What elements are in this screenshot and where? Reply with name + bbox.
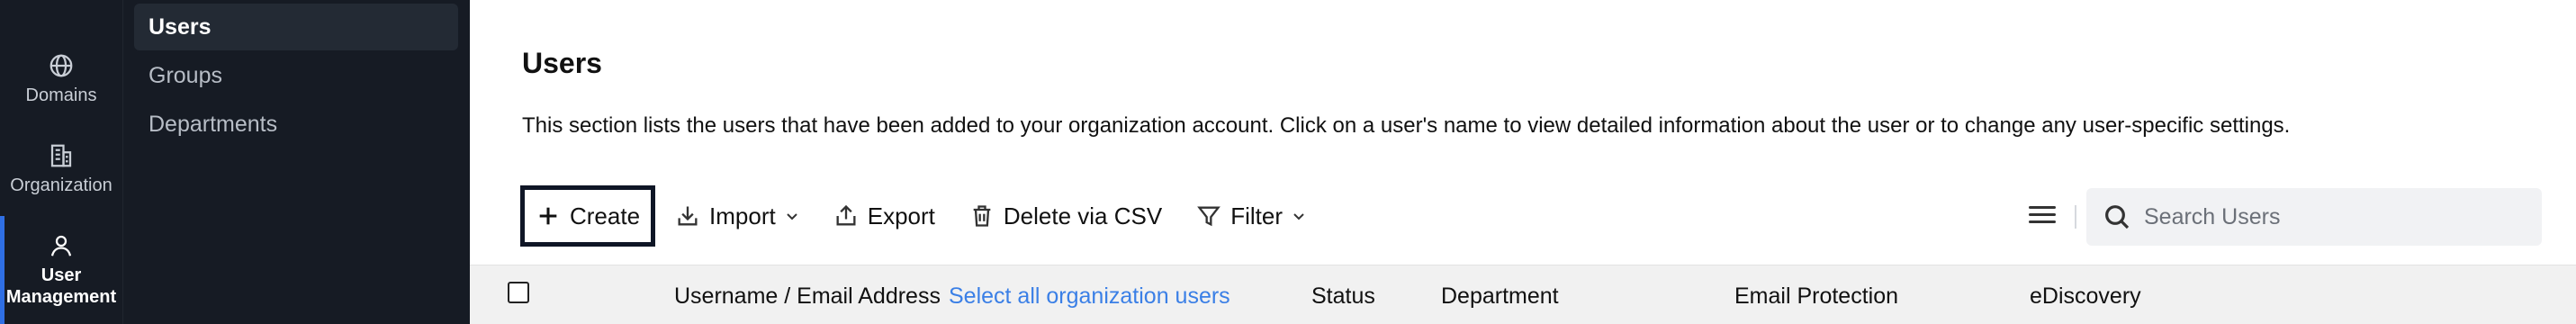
- rail-item-label: Organization: [10, 176, 113, 195]
- building-icon: [50, 144, 72, 167]
- filter-label: Filter: [1230, 202, 1283, 230]
- subnav-item-groups[interactable]: Groups: [134, 52, 458, 99]
- divider: [2075, 205, 2076, 229]
- column-header-ediscovery[interactable]: eDiscovery: [2030, 284, 2141, 310]
- page-title: Users: [522, 47, 602, 79]
- app-rail: Domains Organization User Management: [0, 0, 122, 324]
- chevron-down-icon: [787, 213, 797, 220]
- column-header-email-protection[interactable]: Email Protection: [1734, 284, 1898, 310]
- trash-icon: [973, 205, 991, 227]
- export-icon: [836, 204, 856, 226]
- page-description: This section lists the users that have b…: [522, 113, 2291, 138]
- filter-button[interactable]: Filter: [1196, 193, 1306, 239]
- subnav-item-users[interactable]: Users: [134, 4, 458, 50]
- column-header-department[interactable]: Department: [1441, 284, 1559, 310]
- rail-item-domains[interactable]: Domains: [0, 52, 122, 106]
- hamburger-menu-icon[interactable]: [2027, 202, 2058, 232]
- rail-item-label: Domains: [25, 86, 97, 105]
- plus-icon: [539, 207, 557, 225]
- column-header-username[interactable]: Username / Email Address: [674, 284, 941, 310]
- select-all-checkbox[interactable]: [508, 282, 529, 303]
- select-all-users-link[interactable]: Select all organization users: [949, 284, 1230, 310]
- subnav-item-departments[interactable]: Departments: [134, 101, 458, 148]
- table-header: Username / Email Address Select all orga…: [470, 265, 2576, 324]
- create-label: Create: [570, 202, 641, 230]
- search-box[interactable]: [2086, 188, 2542, 246]
- filter-icon: [1197, 206, 1221, 227]
- rail-item-label: User Management: [5, 266, 117, 307]
- user-icon: [50, 235, 72, 256]
- create-button[interactable]: Create: [520, 185, 656, 247]
- search-icon: [2105, 205, 2130, 230]
- search-input[interactable]: [2144, 203, 2522, 230]
- main-content: Users This section lists the users that …: [470, 0, 2576, 324]
- toolbar: Create Import Export Delete via CSV Filt…: [520, 185, 1340, 247]
- column-header-status[interactable]: Status: [1311, 284, 1375, 310]
- import-button[interactable]: Import: [675, 193, 799, 239]
- delete-via-csv-button[interactable]: Delete via CSV: [969, 193, 1162, 239]
- import-label: Import: [709, 202, 776, 230]
- export-label: Export: [867, 202, 935, 230]
- secondary-nav: Users Groups Departments: [122, 0, 470, 324]
- import-icon: [678, 206, 698, 226]
- export-button[interactable]: Export: [833, 193, 935, 239]
- delete-via-csv-label: Delete via CSV: [1003, 202, 1163, 230]
- rail-item-user-management[interactable]: User Management: [0, 232, 122, 308]
- globe-icon: [50, 54, 73, 77]
- rail-item-organization[interactable]: Organization: [0, 142, 122, 196]
- chevron-down-icon: [1293, 213, 1304, 220]
